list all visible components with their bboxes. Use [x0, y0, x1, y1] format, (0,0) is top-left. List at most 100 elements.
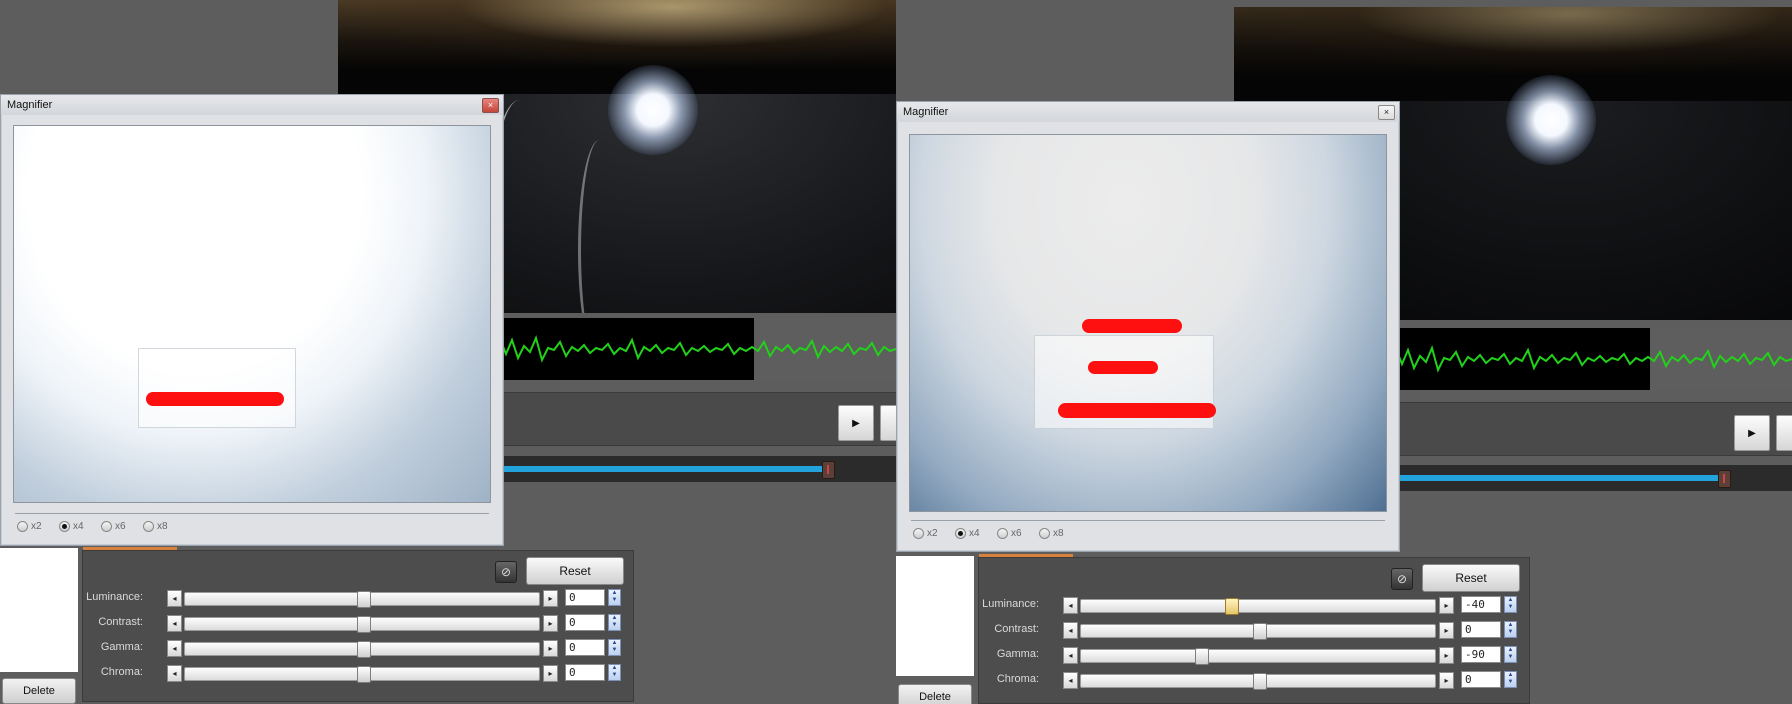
- zoom-x4[interactable]: x4: [955, 528, 980, 539]
- contrast-slider[interactable]: [1080, 623, 1436, 640]
- luminance-decrease[interactable]: ◂: [1063, 597, 1078, 614]
- clip-icon[interactable]: ⊘: [495, 561, 517, 583]
- license-plate: [138, 348, 296, 428]
- delete-button[interactable]: Delete: [898, 684, 972, 704]
- chroma-label: Chroma:: [996, 673, 1039, 685]
- gamma-slider[interactable]: [184, 641, 540, 658]
- luminance-row: Luminance: ◂ ▸ -40 ▲ ▼: [979, 594, 1529, 616]
- zoom-x4[interactable]: x4: [59, 521, 84, 532]
- delete-label: Delete: [919, 691, 951, 703]
- zoom-x6[interactable]: x6: [101, 521, 126, 532]
- chroma-decrease[interactable]: ◂: [1063, 672, 1078, 689]
- luminance-slider[interactable]: [184, 591, 540, 608]
- gamma-value[interactable]: 0: [565, 639, 605, 656]
- play-icon: ▶: [852, 417, 860, 429]
- headlight: [608, 65, 698, 155]
- chroma-spinner[interactable]: ▲ ▼: [1504, 671, 1517, 688]
- gamma-spinner[interactable]: ▲ ▼: [1504, 646, 1517, 663]
- play-button[interactable]: ▶: [1734, 415, 1770, 451]
- contrast-increase[interactable]: ▸: [1439, 622, 1454, 639]
- thumbnail-area: [0, 548, 78, 672]
- seek-thumb[interactable]: [1718, 470, 1731, 488]
- magnifier-titlebar[interactable]: Magnifier ×: [897, 102, 1399, 122]
- contrast-thumb[interactable]: [357, 616, 371, 633]
- contrast-decrease[interactable]: ◂: [1063, 622, 1078, 639]
- gamma-label: Gamma:: [996, 648, 1039, 660]
- delete-label: Delete: [23, 685, 55, 697]
- gamma-row: Gamma: ◂ ▸ -90 ▲ ▼: [979, 644, 1529, 666]
- reset-button[interactable]: Reset: [1422, 564, 1520, 592]
- luminance-decrease[interactable]: ◂: [167, 590, 182, 607]
- chroma-thumb[interactable]: [1253, 673, 1267, 690]
- next-button[interactable]: [1776, 415, 1792, 451]
- gamma-row: Gamma: ◂ ▸ 0 ▲ ▼: [83, 637, 633, 659]
- contrast-slider[interactable]: [184, 616, 540, 633]
- close-icon[interactable]: ×: [1378, 105, 1395, 120]
- transport-bar: ▶: [496, 392, 896, 446]
- gamma-thumb[interactable]: [1195, 648, 1209, 665]
- magnifier-view: [13, 125, 491, 503]
- contrast-label: Contrast:: [994, 623, 1039, 635]
- chroma-value[interactable]: 0: [1461, 671, 1501, 688]
- contrast-value[interactable]: 0: [1461, 621, 1501, 638]
- luminance-spinner[interactable]: ▲ ▼: [608, 589, 621, 606]
- magnifier-window: Magnifier × x2 x4 x6 x8: [896, 101, 1400, 552]
- luminance-value[interactable]: 0: [565, 589, 605, 606]
- seek-bar[interactable]: [1392, 465, 1792, 491]
- chroma-slider[interactable]: [1080, 673, 1436, 690]
- gamma-increase[interactable]: ▸: [1439, 647, 1454, 664]
- chroma-slider[interactable]: [184, 666, 540, 683]
- gamma-slider[interactable]: [1080, 648, 1436, 665]
- luminance-slider[interactable]: [1080, 598, 1436, 615]
- close-icon[interactable]: ×: [482, 98, 499, 113]
- contrast-thumb[interactable]: [1253, 623, 1267, 640]
- redaction-mark: [1082, 319, 1182, 333]
- zoom-x8[interactable]: x8: [143, 521, 168, 532]
- chroma-spinner[interactable]: ▲ ▼: [608, 664, 621, 681]
- contrast-row: Contrast: ◂ ▸ 0 ▲ ▼: [979, 619, 1529, 641]
- reset-label: Reset: [1455, 571, 1487, 585]
- clip-icon[interactable]: ⊘: [1391, 568, 1413, 590]
- zoom-x2[interactable]: x2: [17, 521, 42, 532]
- luminance-spinner[interactable]: ▲ ▼: [1504, 596, 1517, 613]
- zoom-x2[interactable]: x2: [913, 528, 938, 539]
- luminance-increase[interactable]: ▸: [1439, 597, 1454, 614]
- luminance-increase[interactable]: ▸: [543, 590, 558, 607]
- delete-button[interactable]: Delete: [2, 678, 76, 704]
- zoom-x8[interactable]: x8: [1039, 528, 1064, 539]
- luminance-value[interactable]: -40: [1461, 596, 1501, 613]
- audio-waveform: [496, 318, 896, 380]
- contrast-decrease[interactable]: ◂: [167, 615, 182, 632]
- chroma-thumb[interactable]: [357, 666, 371, 683]
- gamma-spinner[interactable]: ▲ ▼: [608, 639, 621, 656]
- chroma-increase[interactable]: ▸: [1439, 672, 1454, 689]
- next-button[interactable]: [880, 405, 896, 441]
- reset-button[interactable]: Reset: [526, 557, 624, 585]
- gamma-increase[interactable]: ▸: [543, 640, 558, 657]
- gamma-label: Gamma:: [100, 641, 143, 653]
- magnifier-titlebar[interactable]: Magnifier ×: [1, 95, 503, 115]
- magnifier-view: [909, 134, 1387, 512]
- gamma-decrease[interactable]: ◂: [167, 640, 182, 657]
- luminance-label: Luminance:: [982, 598, 1039, 610]
- chroma-value[interactable]: 0: [565, 664, 605, 681]
- chroma-decrease[interactable]: ◂: [167, 665, 182, 682]
- contrast-spinner[interactable]: ▲ ▼: [1504, 621, 1517, 638]
- audio-waveform: [1392, 328, 1792, 390]
- seek-bar[interactable]: [496, 456, 896, 482]
- gamma-thumb[interactable]: [357, 641, 371, 658]
- zoom-x6[interactable]: x6: [997, 528, 1022, 539]
- chroma-increase[interactable]: ▸: [543, 665, 558, 682]
- luminance-thumb[interactable]: [357, 591, 371, 608]
- gamma-value[interactable]: -90: [1461, 646, 1501, 663]
- reset-label: Reset: [559, 564, 591, 578]
- contrast-value[interactable]: 0: [565, 614, 605, 631]
- contrast-spinner[interactable]: ▲ ▼: [608, 614, 621, 631]
- luminance-thumb[interactable]: [1225, 598, 1239, 615]
- contrast-increase[interactable]: ▸: [543, 615, 558, 632]
- gamma-decrease[interactable]: ◂: [1063, 647, 1078, 664]
- luminance-label: Luminance:: [86, 591, 143, 603]
- seek-thumb[interactable]: [822, 461, 835, 479]
- chroma-row: Chroma: ◂ ▸ 0 ▲ ▼: [979, 669, 1529, 691]
- play-button[interactable]: ▶: [838, 405, 874, 441]
